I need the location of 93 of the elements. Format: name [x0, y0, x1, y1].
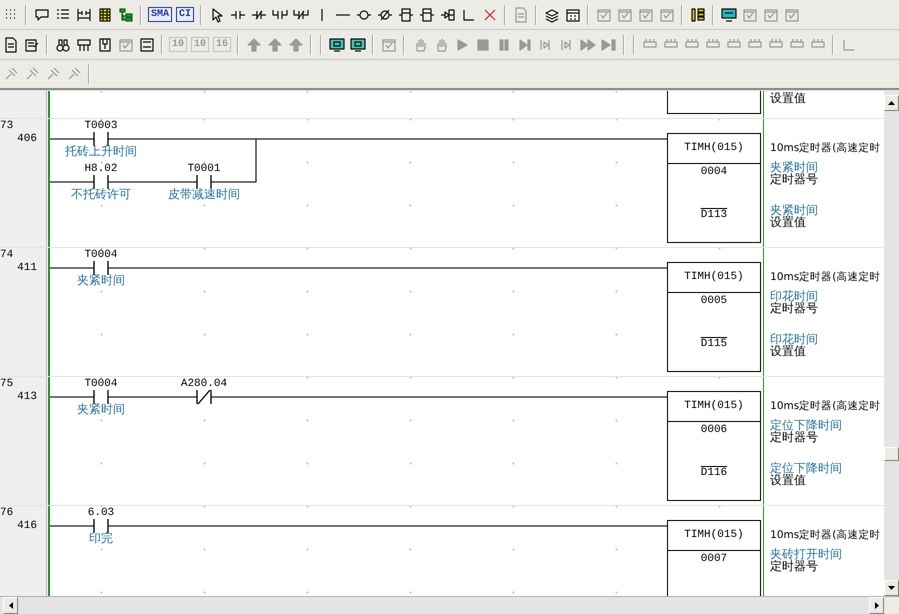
normally-open-contact[interactable] [93, 261, 109, 275]
toolbar-button[interactable]: CI [176, 7, 194, 22]
step-number: 411 [17, 262, 38, 275]
operand-value: 0007 [700, 553, 728, 565]
vertical-scrollbar[interactable] [884, 90, 899, 596]
scrollbar-thumb[interactable] [884, 447, 899, 461]
up-arrow-icon [888, 101, 895, 105]
operand-value: D116 [700, 467, 728, 479]
operand-value: D115 [700, 338, 728, 350]
contact-address: T0004 [83, 378, 118, 390]
stack-icon[interactable] [544, 6, 560, 22]
binoculars-icon[interactable] [54, 36, 70, 52]
instruction-mnemonic: TIMH(015) [668, 134, 760, 164]
scroll-up-button[interactable] [884, 95, 899, 111]
operand-description: 设置值 [770, 216, 806, 229]
delete-icon[interactable] [482, 6, 498, 22]
operand-comment: 夹紧时间 [770, 161, 820, 173]
instruction-comment: 10ms定时器(高速定时 [770, 399, 882, 414]
scroll-left-button[interactable] [3, 597, 18, 614]
down-arrow-icon [888, 586, 895, 590]
contact-address: H8.02 [83, 163, 118, 175]
instruction-mnemonic: TIMH(015) [668, 521, 760, 551]
speech-icon[interactable] [34, 6, 50, 22]
instruction-mnemonic: TIMH(015) [668, 392, 760, 422]
operand-comment: 夹砖打开时间 [770, 548, 844, 560]
operand-comment: 定位下降时间 [770, 419, 844, 431]
contact-comment: 印完 [88, 531, 114, 545]
operand-description: 定时器号 [770, 560, 818, 573]
normally-open-contact[interactable] [93, 390, 109, 404]
tree-icon[interactable] [118, 6, 134, 22]
instruction-icon[interactable] [418, 6, 435, 22]
normally-open-contact[interactable] [93, 519, 109, 533]
calendar-icon[interactable] [564, 6, 581, 22]
step-number: 406 [17, 133, 38, 146]
operand-comment: 印花时间 [770, 333, 820, 345]
instruction-comment: 10ms定时器(高速定时 [770, 270, 882, 285]
scroll-down-button[interactable] [884, 580, 899, 596]
contact-address: T0001 [186, 163, 222, 175]
rung-number: 74 [0, 248, 14, 262]
instruction-box[interactable]: TIMH(015) 0007 [666, 520, 761, 596]
rung-number: 73 [0, 119, 14, 133]
scrollbar-corner [884, 597, 899, 614]
toolbar-button[interactable]: SMA [148, 7, 172, 22]
instruction-comment: 10ms定时器(高速定时 [770, 528, 882, 543]
contact-address: T0004 [83, 249, 118, 261]
contact-address: 6.03 [86, 507, 116, 519]
grid-icon[interactable] [96, 6, 112, 22]
monitor-icon[interactable] [720, 6, 737, 22]
operand-description: 定时器号 [770, 173, 820, 186]
operand-value: D113 [700, 209, 728, 221]
operand-description: 定时器号 [770, 431, 818, 444]
contact-comment: 不托砖许可 [70, 187, 132, 201]
bars-icon[interactable] [690, 6, 706, 22]
monitor-icon[interactable] [350, 36, 366, 52]
step-number: 413 [17, 391, 38, 404]
operand-value: 0006 [700, 424, 728, 436]
instruction-box[interactable]: TIMH(015) 0004 D113 [666, 133, 761, 243]
rung-number: 75 [0, 377, 14, 391]
operand-value: 0005 [700, 295, 728, 307]
right-arrow-icon [874, 602, 878, 609]
normally-open-contact[interactable] [93, 132, 109, 146]
scroll-right-button[interactable] [869, 597, 884, 614]
branch-icon[interactable] [440, 6, 456, 22]
properties-icon[interactable] [24, 36, 40, 52]
instruction-box[interactable]: TIMH(015) 0005 D115 [666, 262, 761, 372]
monitor-icon[interactable] [328, 36, 345, 52]
horizontal-scrollbar[interactable] [0, 596, 899, 614]
contact-address: A280.04 [180, 378, 228, 390]
instruction-box[interactable]: TIMH(015) 0006 D116 [666, 391, 761, 501]
operand-description: 定时器号 [770, 302, 820, 315]
operand-value: 0004 [700, 166, 728, 178]
operand-description: 设置值 [770, 91, 808, 105]
normally-open-contact[interactable] [196, 175, 212, 189]
contact-comment: 皮带减速时间 [166, 187, 241, 201]
step-number: 416 [17, 520, 38, 533]
operand-comment: 夹紧时间 [770, 204, 820, 216]
contact-comment: 夹紧时间 [76, 273, 126, 287]
document-icon[interactable] [2, 36, 18, 52]
rung-number: 76 [0, 506, 14, 520]
left-arrow-icon [8, 602, 12, 609]
contact-address: T0003 [83, 120, 118, 132]
normally-closed-contact[interactable] [196, 390, 212, 404]
ladder-icon[interactable] [76, 6, 92, 22]
instruction-icon[interactable] [398, 6, 414, 22]
operand-description: 设置值 [770, 345, 806, 358]
contact-comment: 夹紧时间 [76, 402, 126, 416]
instruction-mnemonic: TIMH(015) [668, 263, 760, 293]
contact-comment: 托砖上升时间 [64, 144, 138, 158]
operand-description: 设置值 [770, 474, 806, 487]
instruction-comment: 10ms定时器(高速定时 [770, 141, 882, 156]
normally-open-contact[interactable] [93, 175, 109, 189]
operand-comment: 印花时间 [770, 290, 820, 302]
operand-comment: 定位下降时间 [770, 462, 844, 474]
